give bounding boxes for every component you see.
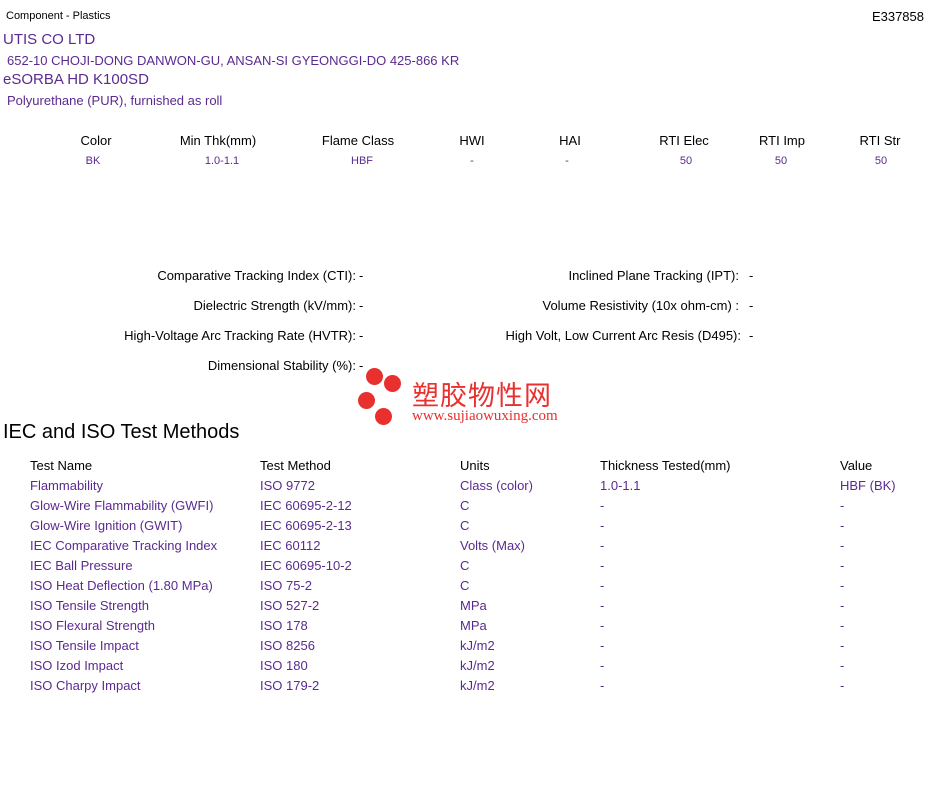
- units-cell: MPa: [460, 598, 487, 613]
- test-name-cell: ISO Tensile Strength: [30, 598, 149, 613]
- thickness-cell: -: [600, 538, 605, 553]
- test-method-cell: IEC 60695-2-12: [260, 498, 352, 513]
- section-title: IEC and ISO Test Methods: [3, 421, 240, 443]
- watermark-dot-icon: [366, 368, 383, 385]
- test-name-cell: ISO Izod Impact: [30, 658, 124, 673]
- test-name-cell: ISO Charpy Impact: [30, 678, 141, 693]
- volume-resistivity-value: -: [749, 298, 754, 313]
- ipt-value: -: [749, 268, 754, 283]
- units-cell: C: [460, 578, 470, 593]
- test-name-cell: Glow-Wire Flammability (GWFI): [30, 498, 214, 513]
- prop-value-min-thk: 1.0-1.1: [204, 155, 240, 167]
- thickness-cell: -: [600, 618, 605, 633]
- watermark-dot-icon: [358, 392, 375, 409]
- prop-header-color: Color: [80, 133, 112, 148]
- thickness-cell: -: [600, 578, 605, 593]
- units-cell: kJ/m2: [460, 638, 495, 653]
- test-name-cell: ISO Flexural Strength: [30, 618, 155, 633]
- test-name-cell: IEC Ball Pressure: [30, 558, 133, 573]
- cti-label: Comparative Tracking Index (CTI):: [157, 268, 356, 283]
- thickness-cell: -: [600, 678, 605, 693]
- dimensional-stability-label: Dimensional Stability (%):: [207, 358, 356, 373]
- test-method-cell: IEC 60112: [260, 538, 321, 553]
- value-cell: -: [840, 598, 845, 613]
- test-name-cell: IEC Comparative Tracking Index: [30, 538, 218, 553]
- test-method-cell: IEC 60695-2-13: [260, 518, 352, 533]
- watermark-url: www.sujiaowuxing.com: [412, 408, 558, 424]
- col-header-units: Units: [460, 458, 490, 473]
- units-cell: Volts (Max): [460, 538, 526, 553]
- thickness-cell: -: [600, 498, 605, 513]
- file-number: E337858: [871, 9, 924, 24]
- test-name-cell: ISO Tensile Impact: [30, 638, 139, 653]
- test-method-cell: ISO 75-2: [260, 578, 313, 593]
- d495-label: High Volt, Low Current Arc Resis (D495):: [505, 328, 741, 343]
- thickness-cell: -: [600, 558, 605, 573]
- hvtr-label: High-Voltage Arc Tracking Rate (HVTR):: [124, 328, 356, 343]
- site-watermark: 塑胶物性网 www.sujiaowuxing.com: [355, 368, 595, 428]
- ipt-label: Inclined Plane Tracking (IPT):: [568, 268, 739, 283]
- hvtr-value: -: [359, 328, 364, 343]
- thickness-cell: -: [600, 518, 605, 533]
- prop-value-rti-str: 50: [874, 155, 888, 167]
- units-cell: C: [460, 498, 470, 513]
- test-method-cell: IEC 60695-10-2: [260, 558, 352, 573]
- value-cell: -: [840, 558, 845, 573]
- prop-value-color: BK: [85, 155, 101, 167]
- thickness-cell: -: [600, 638, 605, 653]
- product-description: Polyurethane (PUR), furnished as roll: [7, 93, 223, 108]
- value-cell: -: [840, 678, 845, 693]
- test-method-cell: ISO 178: [260, 618, 308, 633]
- test-method-cell: ISO 9772: [260, 478, 315, 493]
- dielectric-strength-label: Dielectric Strength (kV/mm):: [193, 298, 356, 313]
- col-header-test-name: Test Name: [30, 458, 93, 473]
- thickness-cell: -: [600, 598, 605, 613]
- cti-value: -: [359, 268, 364, 283]
- volume-resistivity-label: Volume Resistivity (10x ohm-cm) :: [542, 298, 740, 313]
- test-name-cell: Flammability: [30, 478, 103, 493]
- test-method-cell: ISO 179-2: [260, 678, 320, 693]
- thickness-cell: 1.0-1.1: [600, 478, 641, 493]
- company-address: 652-10 CHOJI-DONG DANWON-GU, ANSAN-SI GY…: [7, 53, 460, 68]
- thickness-cell: -: [600, 658, 605, 673]
- value-cell: -: [840, 498, 845, 513]
- test-method-cell: ISO 8256: [260, 638, 315, 653]
- watermark-dot-icon: [384, 375, 401, 392]
- units-cell: MPa: [460, 618, 487, 633]
- value-cell: -: [840, 658, 845, 673]
- test-method-cell: ISO 527-2: [260, 598, 320, 613]
- company-name: UTIS CO LTD: [3, 31, 96, 48]
- d495-value: -: [749, 328, 754, 343]
- units-cell: kJ/m2: [460, 678, 495, 693]
- value-cell: -: [840, 578, 845, 593]
- prop-header-min-thk: Min Thk(mm): [179, 133, 257, 148]
- col-header-test-method: Test Method: [260, 458, 331, 473]
- prop-header-flame-class: Flame Class: [321, 133, 395, 148]
- units-cell: C: [460, 518, 470, 533]
- units-cell: C: [460, 558, 470, 573]
- value-cell: -: [840, 538, 845, 553]
- units-cell: kJ/m2: [460, 658, 495, 673]
- value-cell: -: [840, 638, 845, 653]
- col-header-thickness: Thickness Tested(mm): [600, 458, 731, 473]
- dielectric-strength-value: -: [359, 298, 364, 313]
- prop-value-flame-class: HBF: [351, 155, 373, 167]
- test-name-cell: ISO Heat Deflection (1.80 MPa): [30, 578, 213, 593]
- col-header-value: Value: [840, 458, 873, 473]
- product-name: eSORBA HD K100SD: [3, 71, 149, 88]
- value-cell: -: [840, 618, 845, 633]
- prop-header-hai: HAI: [559, 133, 581, 148]
- prop-value-hai: -: [565, 155, 569, 167]
- value-cell: HBF (BK): [840, 478, 896, 493]
- category-label: Component - Plastics: [6, 10, 111, 22]
- watermark-dot-icon: [375, 408, 392, 425]
- test-method-cell: ISO 180: [260, 658, 308, 673]
- value-cell: -: [840, 518, 845, 533]
- prop-header-rti-str: RTI Str: [859, 133, 901, 148]
- test-name-cell: Glow-Wire Ignition (GWIT): [30, 518, 183, 533]
- units-cell: Class (color): [460, 478, 533, 493]
